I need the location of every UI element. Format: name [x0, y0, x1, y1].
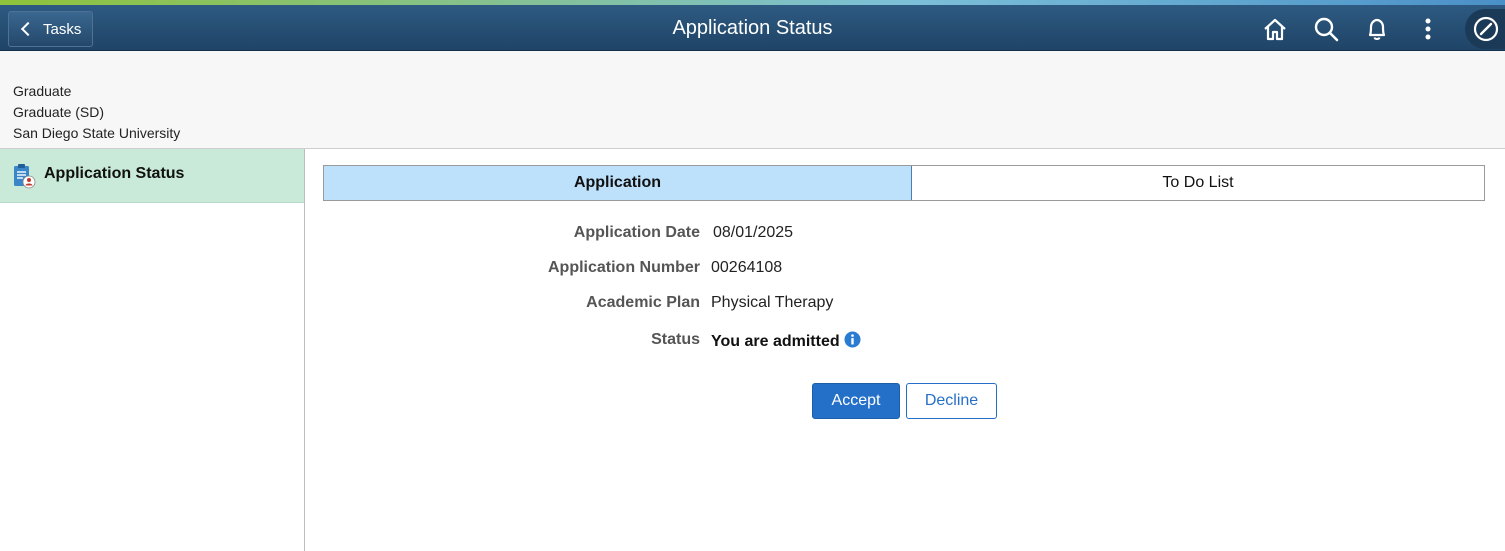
field-label: Academic Plan — [586, 294, 700, 311]
decline-button[interactable]: Decline — [906, 383, 997, 419]
bell-icon[interactable] — [1363, 15, 1391, 43]
field-application-number: Application Number 00264108 — [305, 259, 1205, 281]
field-status: Status You are admitted — [305, 331, 1205, 353]
status-value: You are admitted — [711, 331, 861, 351]
tasks-back-button[interactable]: Tasks — [8, 11, 93, 47]
program-label: Graduate (SD) — [13, 104, 105, 120]
accept-button[interactable]: Accept — [812, 383, 900, 419]
info-icon[interactable] — [844, 331, 861, 348]
main-content: Application To Do List Application Date … — [305, 149, 1505, 551]
field-label: Application Number — [547, 259, 700, 276]
chevron-left-icon — [20, 21, 36, 37]
status-text: You are admitted — [711, 333, 840, 350]
field-label: Status — [651, 331, 700, 348]
field-value: 00264108 — [711, 259, 783, 276]
field-application-date: Application Date 08/01/2025 — [305, 224, 1205, 246]
field-value: Physical Therapy — [711, 294, 834, 311]
sidebar-item-label: Application Status — [44, 165, 185, 182]
app-header: Tasks Application Status — [0, 5, 1505, 51]
navbar-compass-icon — [1473, 16, 1499, 42]
field-label: Application Date — [573, 224, 700, 241]
tab-to-do-list[interactable]: To Do List — [912, 166, 1484, 200]
institution-label: San Diego State University — [13, 125, 181, 141]
more-vertical-icon[interactable] — [1414, 15, 1442, 43]
sidebar-item-application-status[interactable]: Application Status — [0, 149, 304, 203]
context-info-panel: Graduate Graduate (SD) San Diego State U… — [0, 51, 1505, 149]
tab-bar: Application To Do List — [323, 165, 1485, 201]
application-clipboard-icon — [12, 163, 36, 189]
back-button-label: Tasks — [43, 20, 82, 38]
sidebar: Application Status — [0, 149, 305, 551]
navbar-button[interactable] — [1465, 9, 1505, 49]
home-icon[interactable] — [1261, 15, 1289, 43]
tab-application[interactable]: Application — [324, 166, 912, 200]
field-value: 08/01/2025 — [713, 224, 794, 241]
career-label: Graduate — [13, 83, 72, 99]
field-academic-plan: Academic Plan Physical Therapy — [305, 294, 1205, 316]
search-icon[interactable] — [1312, 15, 1340, 43]
